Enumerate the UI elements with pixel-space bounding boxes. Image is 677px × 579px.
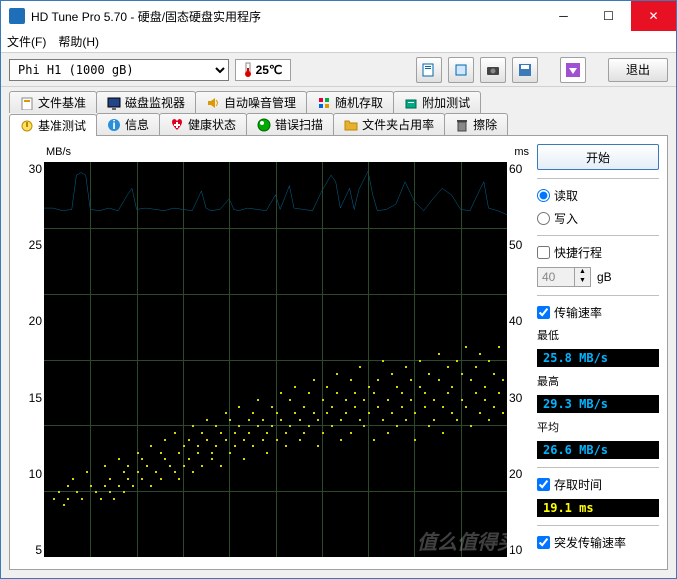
tab-row-2: 基准测试i信息健康状态错误扫描文件夹占用率擦除 [9,113,668,135]
tab-speaker[interactable]: 自动噪音管理 [195,91,307,113]
spin-up-icon[interactable]: ▲ [574,268,590,277]
menu-bar: 文件(F) 帮助(H) [1,31,676,53]
y-axis-left-unit: MB/s [46,146,71,158]
stroke-value-input [538,268,574,286]
monitor-icon [107,96,121,110]
tab-health[interactable]: 健康状态 [159,113,247,135]
close-button[interactable]: ✕ [631,1,676,31]
temperature-display: 25℃ [235,59,291,81]
short-stroke-check[interactable]: 快捷行程 [537,244,659,261]
access-value: 19.1 ms [537,499,659,517]
tab-random[interactable]: 随机存取 [306,91,394,113]
toolbar: Phi H1 (1000 gB) 25℃ 退出 [1,53,676,87]
info-icon: i [107,118,121,132]
avg-value: 26.6 MB/s [537,441,659,459]
app-icon [9,8,25,24]
copy-screenshot-icon [454,63,468,77]
random-icon [317,96,331,110]
min-value: 25.8 MB/s [537,349,659,367]
screenshot-button[interactable] [480,57,506,83]
camera-icon [486,63,500,77]
stroke-spinner[interactable]: ▲▼ [537,267,591,287]
read-radio[interactable]: 读取 [537,187,659,204]
side-panel: 开始 读取 写入 快捷行程 ▲▼ gB 传输速率 最低 25.8 MB/s 最高… [537,144,659,561]
write-radio[interactable]: 写入 [537,210,659,227]
min-label: 最低 [537,327,659,343]
max-value: 29.3 MB/s [537,395,659,413]
benchmark-chart: MB/s ms 30252015105 605040302010 值么值得买 [18,144,529,561]
exit-button[interactable]: 退出 [608,58,668,82]
menu-help[interactable]: 帮助(H) [58,33,99,50]
transfer-rate-check[interactable]: 传输速率 [537,304,659,321]
spin-down-icon[interactable]: ▼ [574,277,590,286]
thermometer-icon [244,62,252,78]
tab-erase[interactable]: 擦除 [444,113,508,135]
floppy-icon [518,63,532,77]
stroke-unit: gB [597,270,612,284]
tab-error[interactable]: 错误扫描 [246,113,334,135]
health-icon [170,118,184,132]
y-ticks-right: 605040302010 [509,162,529,557]
tab-content: MB/s ms 30252015105 605040302010 值么值得买 开… [9,135,668,570]
copy-info-button[interactable] [416,57,442,83]
folder-icon [344,118,358,132]
save-button[interactable] [512,57,538,83]
error-icon [257,118,271,132]
down-arrow-icon [565,62,581,78]
copy-screenshot-button[interactable] [448,57,474,83]
avg-label: 平均 [537,419,659,435]
temp-value: 25℃ [256,63,283,77]
minimize-button[interactable]: ─ [541,1,586,31]
window-title: HD Tune Pro 5.70 - 硬盘/固态硬盘实用程序 [31,8,541,25]
title-bar: HD Tune Pro 5.70 - 硬盘/固态硬盘实用程序 ─ ☐ ✕ [1,1,676,31]
options-button[interactable] [560,57,586,83]
tab-extra[interactable]: 附加测试 [393,91,481,113]
erase-icon [455,118,469,132]
y-ticks-left: 30252015105 [18,162,42,557]
extra-icon [404,96,418,110]
start-button[interactable]: 开始 [537,144,659,170]
copy-info-icon [422,63,436,77]
drive-select[interactable]: Phi H1 (1000 gB) [9,59,229,81]
speaker-icon [206,96,220,110]
svg-text:i: i [112,118,115,132]
max-label: 最高 [537,373,659,389]
tab-info[interactable]: i信息 [96,113,160,135]
burst-rate-check[interactable]: 突发传输速率 [537,534,659,551]
maximize-button[interactable]: ☐ [586,1,631,31]
y-axis-right-unit: ms [514,146,529,158]
access-time-check[interactable]: 存取时间 [537,476,659,493]
tab-folder[interactable]: 文件夹占用率 [333,113,445,135]
file-bench-icon [20,96,34,110]
menu-file[interactable]: 文件(F) [7,33,46,50]
tab-file-bench[interactable]: 文件基准 [9,91,97,113]
tab-bench[interactable]: 基准测试 [9,114,97,136]
tab-monitor[interactable]: 磁盘监视器 [96,91,196,113]
bench-icon [20,119,34,133]
tab-row-1: 文件基准磁盘监视器自动噪音管理随机存取附加测试 [9,91,668,113]
chart-canvas [44,162,507,557]
